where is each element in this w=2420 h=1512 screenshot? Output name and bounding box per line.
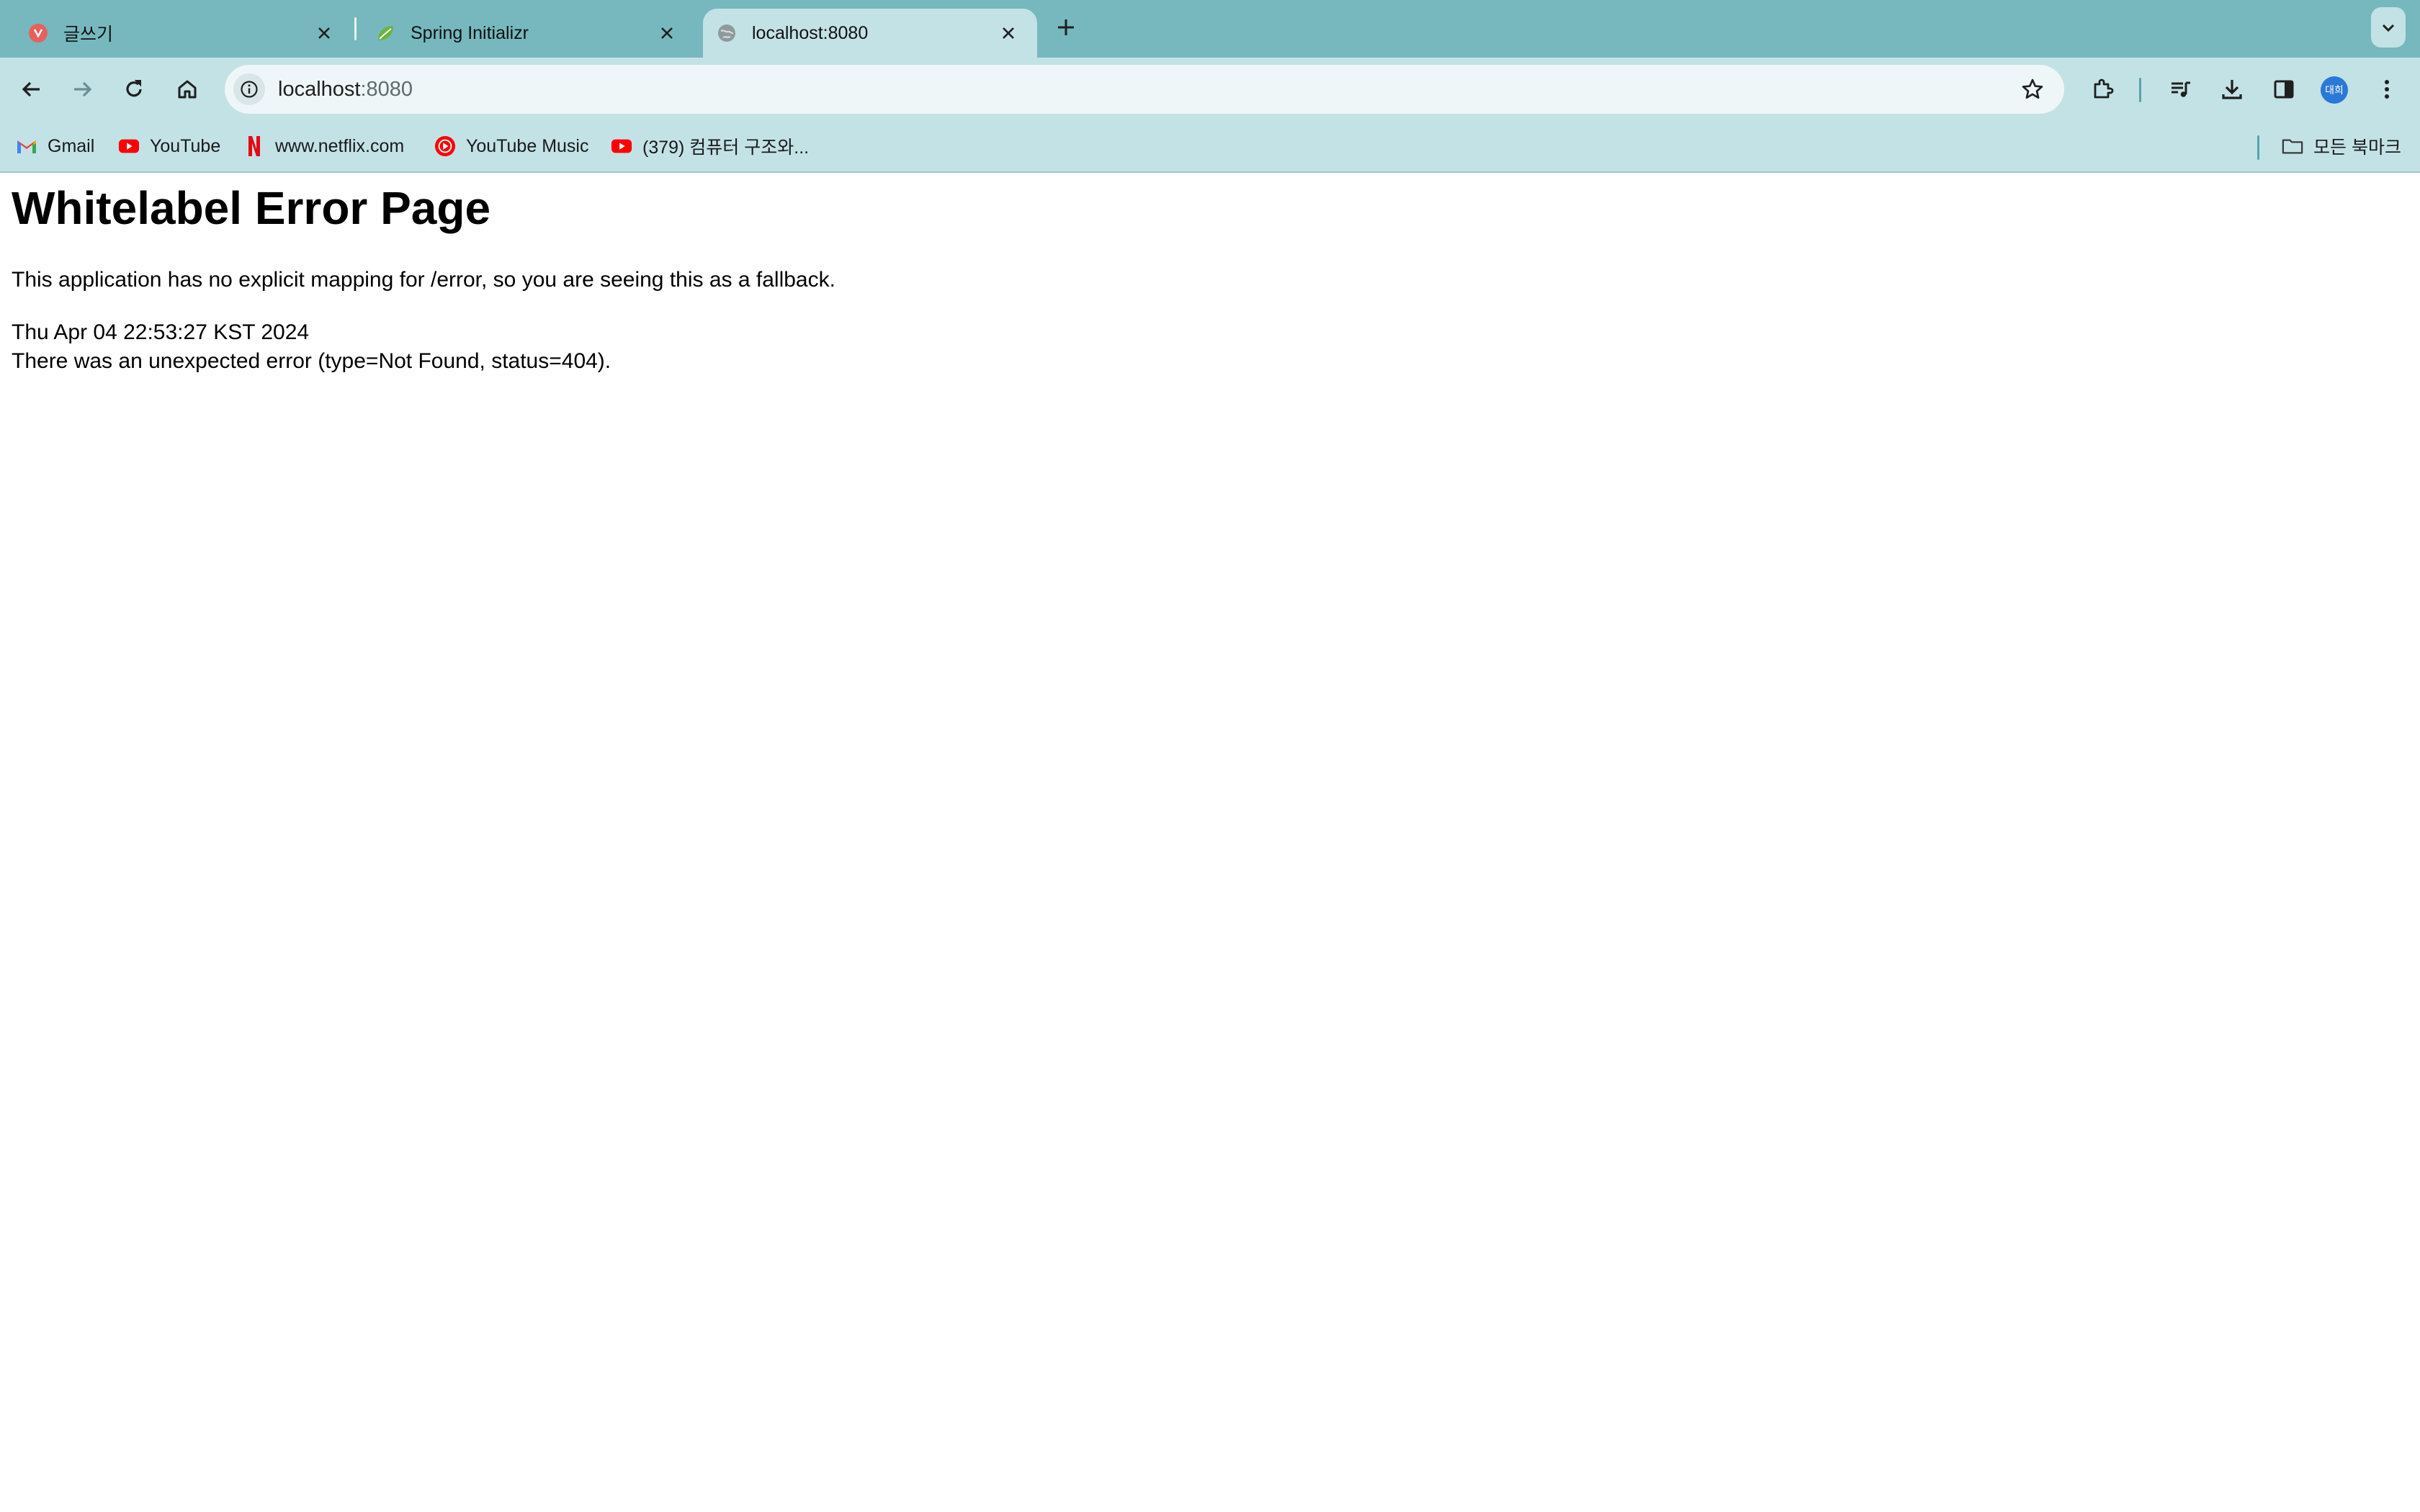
address-bar[interactable]: localhost:8080	[225, 65, 2064, 114]
bookmark-star-button[interactable]	[2018, 75, 2047, 104]
gmail-icon	[16, 135, 37, 157]
bookmarks-bar: Gmail YouTube www.netflix.com YouTube Mu…	[0, 121, 2420, 173]
reload-icon	[126, 80, 142, 97]
browser-toolbar: localhost:8080 대희	[0, 58, 2420, 121]
home-button[interactable]	[167, 69, 207, 109]
download-icon	[2222, 80, 2242, 99]
arrow-right-icon	[74, 81, 92, 97]
close-icon[interactable]	[654, 20, 680, 46]
spring-leaf-icon	[375, 22, 396, 44]
bookmarks-divider	[2257, 135, 2259, 160]
bookmark-label: www.netflix.com	[275, 135, 405, 156]
url-text: localhost:8080	[278, 78, 413, 102]
bookmark-label: YouTube	[150, 135, 221, 156]
tab-separator	[354, 17, 357, 40]
tab-write[interactable]: 글쓰기	[0, 9, 353, 58]
url-port: :8080	[360, 77, 413, 101]
netflix-icon	[243, 135, 265, 157]
toolbar-divider	[2139, 78, 2141, 102]
globe-icon	[716, 22, 738, 44]
profile-avatar[interactable]: 대희	[2321, 76, 2348, 104]
error-details: Thu Apr 04 22:53:27 KST 2024 There was a…	[12, 318, 611, 376]
downloads-button[interactable]	[2212, 69, 2252, 109]
back-button[interactable]	[12, 69, 52, 109]
all-bookmarks-label: 모든 북마크	[2313, 138, 2401, 158]
new-tab-button[interactable]	[1050, 12, 1082, 43]
tab-search-button[interactable]	[2371, 7, 2406, 48]
media-controls-button[interactable]	[2161, 69, 2201, 109]
bookmark-gmail[interactable]: Gmail	[16, 130, 94, 163]
menu-button[interactable]	[2367, 69, 2407, 109]
info-icon	[241, 81, 258, 98]
bookmark-label: YouTube Music	[466, 135, 589, 156]
tab-spring-initializr[interactable]: Spring Initializr	[359, 9, 696, 58]
folder-icon	[2282, 135, 2303, 157]
reload-button[interactable]	[114, 69, 154, 109]
star-icon	[2022, 78, 2043, 99]
bookmark-netflix[interactable]: www.netflix.com	[243, 130, 404, 163]
forward-button[interactable]	[62, 69, 102, 109]
youtube-icon	[611, 135, 632, 157]
more-vertical-icon	[2385, 80, 2389, 99]
bookmark-computer-architecture[interactable]: (379) 컴퓨터 구조와...	[611, 130, 809, 163]
extensions-button[interactable]	[2083, 69, 2123, 109]
all-bookmarks-button[interactable]: 모든 북마크	[2282, 130, 2401, 163]
bookmark-youtube-music[interactable]: YouTube Music	[434, 130, 588, 163]
puzzle-icon	[2094, 78, 2114, 99]
youtube-icon	[118, 135, 140, 157]
tab-localhost[interactable]: localhost:8080	[703, 9, 1037, 58]
playlist-music-icon	[2172, 81, 2190, 97]
chevron-down-icon	[2382, 24, 2395, 32]
velog-icon	[27, 22, 49, 44]
page-title: Whitelabel Error Page	[12, 182, 491, 234]
error-status: There was an unexpected error (type=Not …	[12, 349, 611, 373]
error-timestamp: Thu Apr 04 22:53:27 KST 2024	[12, 320, 310, 344]
side-panel-icon	[2274, 80, 2294, 99]
bookmark-label: (379) 컴퓨터 구조와...	[642, 138, 810, 158]
tab-title: Spring Initializr	[411, 22, 529, 43]
bookmark-youtube[interactable]: YouTube	[118, 130, 220, 163]
youtube-music-icon	[434, 135, 456, 157]
site-info-button[interactable]	[233, 73, 265, 105]
tab-title: 글쓰기	[63, 24, 114, 45]
url-host: localhost	[278, 77, 361, 101]
home-icon	[178, 80, 197, 99]
tab-title: localhost:8080	[752, 22, 869, 43]
close-icon[interactable]	[311, 20, 337, 46]
side-panel-button[interactable]	[2264, 69, 2304, 109]
close-icon[interactable]	[995, 20, 1021, 46]
error-message: This application has no explicit mapping…	[12, 268, 835, 292]
bookmark-label: Gmail	[48, 135, 95, 156]
tab-strip: 글쓰기 Spring Initializr localhost:8080	[0, 0, 2420, 58]
plus-icon	[1058, 19, 1074, 35]
arrow-left-icon	[22, 81, 40, 97]
